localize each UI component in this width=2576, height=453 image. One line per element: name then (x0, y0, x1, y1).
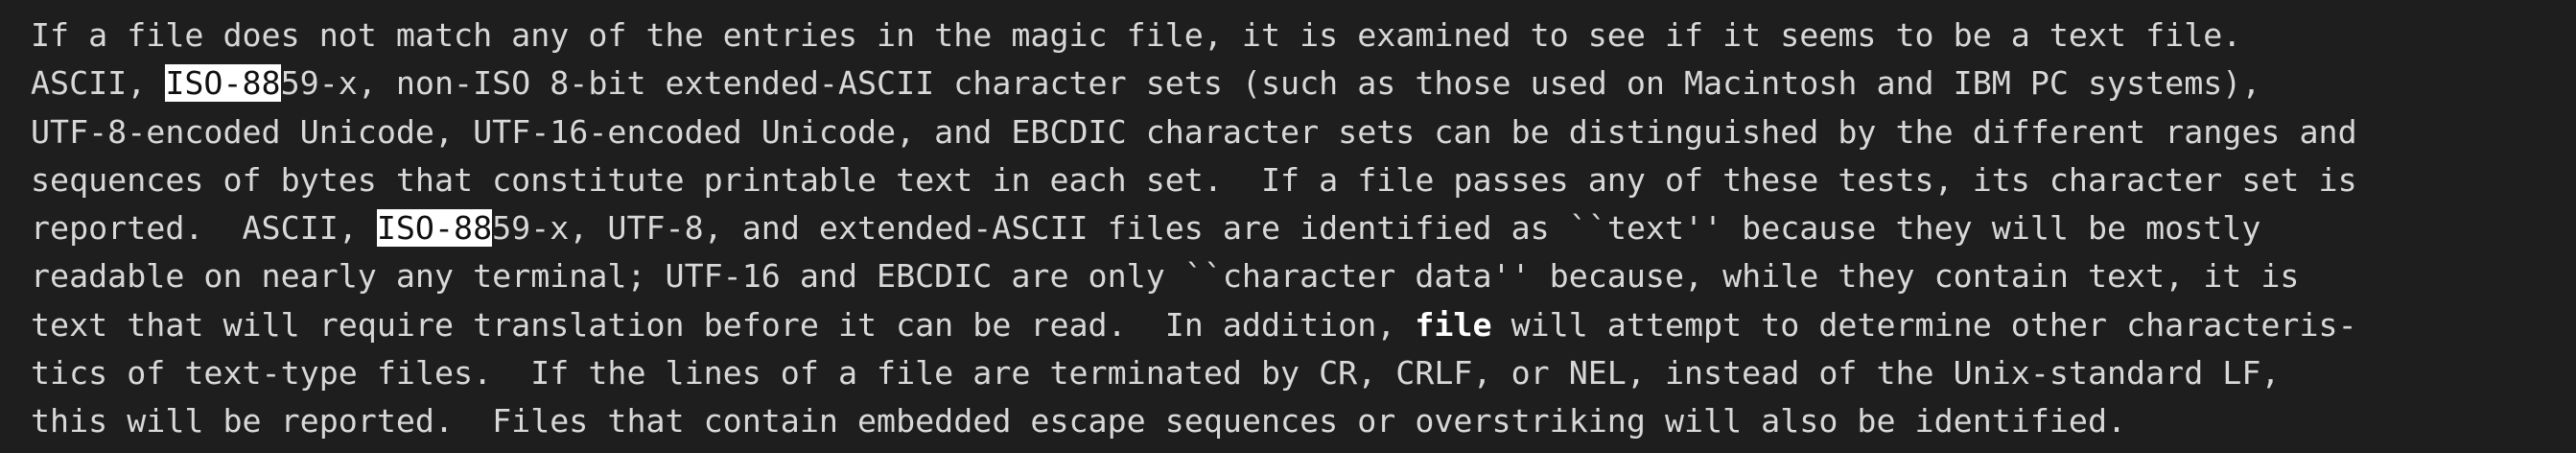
text-line-6: readable on nearly any terminal; UTF-16 … (31, 252, 2563, 300)
text-line-2-end: 59-x, non-ISO 8-bit extended-ASCII chara… (280, 64, 2261, 103)
man-page-text: If a file does not match any of the entr… (31, 12, 2563, 446)
text-line-1: If a file does not match any of the entr… (31, 12, 2563, 60)
text-line-5-start: reported. ASCII, (31, 209, 377, 248)
text-line-7-end: will attempt to determine other characte… (1491, 305, 2357, 344)
search-match-highlight: ISO-88 (376, 209, 493, 248)
text-line-7-start: text that will require translation befor… (31, 305, 1416, 344)
text-line-4-content: sequences of bytes that constitute print… (31, 160, 2357, 199)
text-line-2: ASCII, ISO-8859-x, non-ISO 8-bit extende… (31, 60, 2563, 107)
text-line-3: UTF-8-encoded Unicode, UTF-16-encoded Un… (31, 108, 2563, 156)
text-line-8-content: tics of text-type files. If the lines of… (31, 354, 2281, 393)
terminal-window: If a file does not match any of the entr… (0, 0, 2576, 453)
bold-command-name: file (1415, 305, 1492, 344)
text-line-9: this will be reported. Files that contai… (31, 397, 2563, 445)
text-line-4: sequences of bytes that constitute print… (31, 156, 2563, 204)
text-line-5-end: 59-x, UTF-8, and extended-ASCII files ar… (492, 209, 2261, 248)
text-line-8: tics of text-type files. If the lines of… (31, 349, 2563, 397)
text-line-3-content: UTF-8-encoded Unicode, UTF-16-encoded Un… (31, 112, 2357, 151)
search-match-highlight: ISO-88 (165, 64, 281, 103)
text-line-5: reported. ASCII, ISO-8859-x, UTF-8, and … (31, 204, 2563, 252)
text-line-2-start: ASCII, (31, 64, 166, 103)
text-line-9-content: this will be reported. Files that contai… (31, 402, 2127, 441)
text-line-1-content: If a file does not match any of the entr… (31, 16, 2242, 54)
text-line-7: text that will require translation befor… (31, 301, 2563, 349)
text-line-6-content: readable on nearly any terminal; UTF-16 … (31, 257, 2300, 296)
